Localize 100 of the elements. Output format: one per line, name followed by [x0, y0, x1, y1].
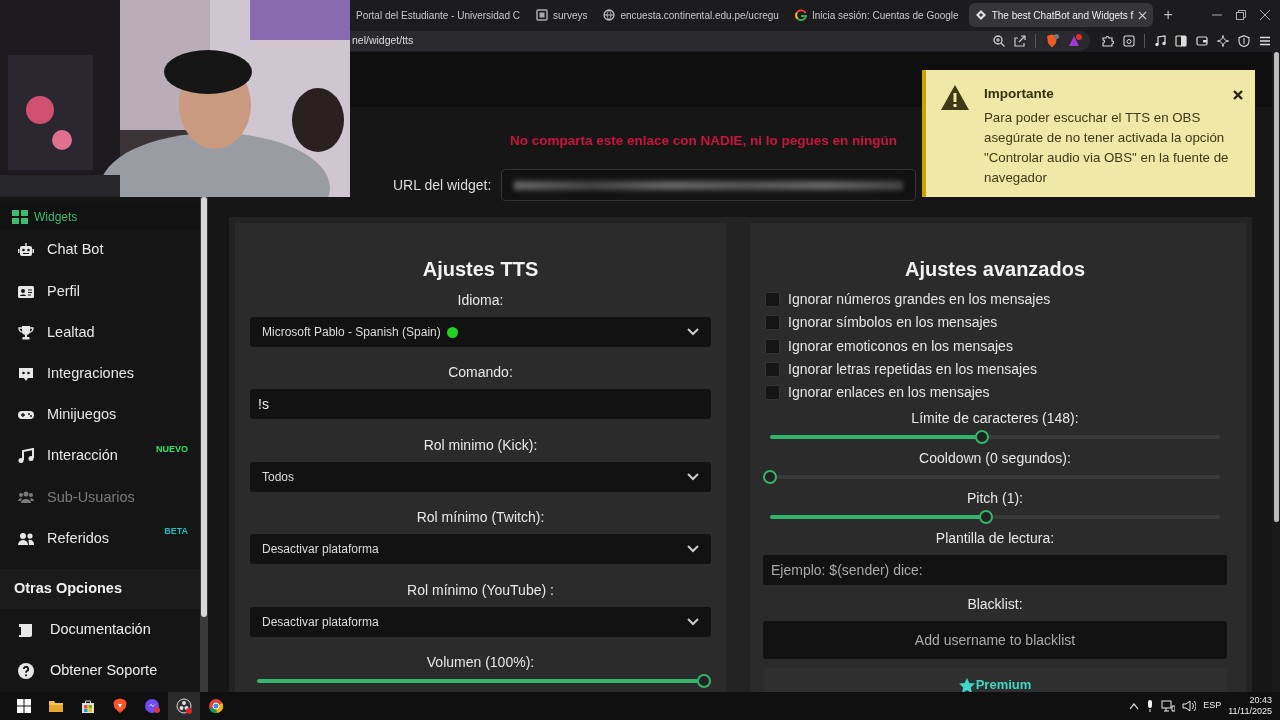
- chat-icon: [18, 365, 34, 382]
- card-title: Ajustes TTS: [421, 257, 540, 281]
- menu-icon[interactable]: [1259, 35, 1271, 47]
- checkbox-label: Ignorar enlaces en los mensajes: [788, 383, 990, 403]
- checkbox-label: Ignorar números grandes en los mensajes: [788, 290, 1051, 310]
- address-bar[interactable]: nel/widget/tts: [350, 31, 1090, 51]
- scrollbar[interactable]: [200, 197, 208, 692]
- chevron-up-icon[interactable]: [1129, 702, 1140, 710]
- text-field[interactable]: !s: [250, 389, 711, 420]
- chevron-down-icon: [687, 328, 699, 336]
- checkbox[interactable]: [765, 315, 780, 331]
- checkbox-label: Ignorar emoticonos en los mensajes: [788, 336, 1013, 356]
- id-card-icon: [18, 283, 34, 300]
- browser-tab[interactable]: surveys: [530, 3, 594, 27]
- field-label: Plantilla de lectura:: [934, 529, 1056, 549]
- field-label: Blacklist:: [966, 595, 1024, 615]
- clock-time[interactable]: 20:43: [1228, 694, 1272, 706]
- field-label: Rol mínimo (Twitch):: [415, 508, 546, 528]
- dropdown[interactable]: Microsoft Pablo - Spanish (Spain): [250, 317, 711, 347]
- dropdown[interactable]: Desactivar plataforma: [250, 606, 711, 637]
- browser-tab[interactable]: encuesta.continental.edu.pe/ucregu: [597, 3, 785, 27]
- sidebar-item[interactable]: Chat Bot: [0, 229, 200, 271]
- field-label: Comando:: [447, 363, 514, 383]
- grid-icon: [12, 208, 28, 225]
- text-field[interactable]: Add username to blacklist: [763, 621, 1227, 660]
- user-pair-icon: [18, 530, 34, 547]
- field-label: Pitch (1):: [966, 489, 1024, 509]
- restore-icon[interactable]: [1236, 10, 1246, 20]
- zoom-icon[interactable]: [993, 35, 1005, 47]
- section-heading: Otras Opciones: [0, 569, 200, 609]
- badge-label: BETA: [164, 525, 188, 539]
- shield-icon[interactable]: [1238, 35, 1250, 47]
- sidebar-item[interactable]: Referidos BETA: [0, 518, 200, 560]
- checkbox[interactable]: [765, 362, 780, 378]
- puzzle-icon[interactable]: [1102, 35, 1114, 47]
- chevron-down-icon: [687, 545, 699, 554]
- folder-icon[interactable]: [48, 698, 64, 714]
- microphone-icon[interactable]: [1146, 700, 1155, 712]
- book-icon: [18, 621, 34, 638]
- robot-icon: [18, 242, 34, 259]
- sidebar-icon[interactable]: [1175, 35, 1187, 47]
- card-title: Ajustes avanzados: [903, 257, 1087, 281]
- record-icon[interactable]: [176, 698, 192, 714]
- trophy-icon: [18, 324, 34, 341]
- star-icon: [958, 677, 975, 692]
- new-tab-button[interactable]: +: [1157, 7, 1179, 23]
- sidebar-item[interactable]: Perfil: [0, 270, 200, 313]
- text-field[interactable]: Ejemplo: $(sender) dice:: [763, 555, 1227, 586]
- close-icon[interactable]: [1260, 10, 1270, 20]
- help-icon: [18, 663, 34, 680]
- sidebar-item[interactable]: Widgets: [0, 204, 200, 230]
- checkbox-label: Ignorar letras repetidas en los mensajes: [788, 360, 1038, 380]
- browser-tab[interactable]: The best ChatBot and Widgets f: [968, 3, 1154, 27]
- premium-label: Premium: [958, 675, 1032, 692]
- ring-icon: [794, 9, 807, 21]
- browser-icon[interactable]: [208, 698, 224, 714]
- field-label: URL del widget:: [393, 175, 492, 195]
- wallet-icon[interactable]: [1196, 35, 1208, 47]
- checkbox[interactable]: [765, 385, 780, 401]
- music-note-icon: [18, 448, 34, 465]
- checkbox[interactable]: [765, 338, 780, 354]
- sidebar-item[interactable]: Obtener Soporte: [0, 650, 200, 693]
- globe-icon: [603, 9, 616, 21]
- share-icon[interactable]: [1014, 35, 1026, 47]
- sidebar-item[interactable]: Lealtad: [0, 312, 200, 354]
- users-icon: [18, 489, 34, 506]
- sidebar-item[interactable]: Integraciones: [0, 353, 200, 395]
- sidebar-item[interactable]: Documentación: [0, 608, 200, 651]
- chevron-down-icon: [687, 472, 699, 481]
- checkbox[interactable]: [765, 292, 780, 308]
- field-label: Rol mínimo (YouTube) :: [406, 580, 555, 600]
- windows-icon[interactable]: [16, 698, 32, 714]
- bag-icon[interactable]: [80, 698, 96, 714]
- tab-search-icon[interactable]: [1123, 35, 1135, 47]
- square-icon: [536, 9, 548, 21]
- field-label: Idioma:: [456, 291, 505, 310]
- volume-icon[interactable]: [1182, 700, 1197, 712]
- url-field[interactable]: [501, 169, 917, 201]
- warning-text: No comparta este enlace con NADIE, ni lo pegues en ningún: [510, 132, 898, 150]
- sidebar-item[interactable]: Interacción NUEVO: [0, 435, 200, 477]
- toast-title: Importante: [984, 85, 1055, 103]
- field-label: Volumen (100%):: [425, 652, 536, 672]
- triangle-icon[interactable]: [1068, 34, 1082, 48]
- dropdown[interactable]: Todos: [250, 461, 711, 492]
- browser-tab[interactable]: Inicia sesión: Cuentas de Google: [788, 3, 965, 27]
- scrollbar[interactable]: [1272, 52, 1280, 692]
- chat-bubble-icon[interactable]: [144, 698, 160, 714]
- sidebar-item[interactable]: Minijuegos: [0, 394, 200, 436]
- chevron-down-icon: [687, 617, 699, 626]
- badge-label: NUEVO: [156, 442, 188, 456]
- dropdown[interactable]: Desactivar plataforma: [250, 534, 711, 565]
- network-icon[interactable]: [1161, 700, 1176, 712]
- field-label: Cooldown (0 segundos):: [918, 449, 1072, 469]
- music-icon[interactable]: [1154, 35, 1166, 47]
- sparkle-icon[interactable]: [1217, 35, 1229, 47]
- diamond-icon: [974, 9, 987, 21]
- clock-date[interactable]: 11/11/2025: [1228, 706, 1272, 718]
- close-icon[interactable]: [1233, 90, 1243, 100]
- browser-tab[interactable]: Portal del Estudiante - Universidad C: [350, 3, 526, 27]
- language-indicator[interactable]: ESP: [1203, 699, 1222, 713]
